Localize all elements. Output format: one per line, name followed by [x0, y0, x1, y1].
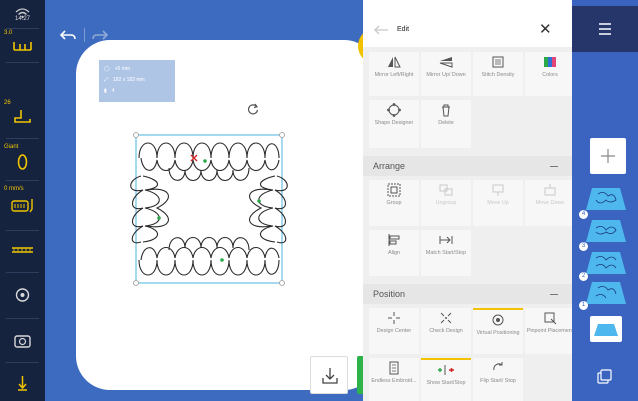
- save-design-button[interactable]: [310, 356, 348, 394]
- show-start-stop-button[interactable]: Show Start/Stop: [421, 358, 471, 401]
- collapse-icon[interactable]: [550, 166, 558, 167]
- layer-badge: 1: [579, 301, 588, 310]
- color-count: ▮ 4: [104, 88, 115, 94]
- colors-icon: [544, 57, 556, 67]
- stitch-plate-icon[interactable]: [0, 244, 45, 258]
- collapse-icon[interactable]: [550, 294, 558, 295]
- shape-designer-icon: [387, 103, 401, 117]
- move-up-icon: [492, 184, 504, 196]
- bobbin-icon[interactable]: [0, 286, 45, 304]
- stitch-density-icon: [492, 56, 504, 68]
- embroidery-canvas[interactable]: ◯ +5 mm ⤢ 182 x 182 mm ▮ 4: [45, 0, 363, 401]
- position-offset: ◯ +5 mm: [104, 66, 131, 72]
- download-icon: [322, 368, 338, 384]
- mirror-up-down-button[interactable]: Mirror Up/ Down: [421, 52, 471, 96]
- colors-button[interactable]: Colors: [525, 52, 575, 96]
- edit-panel: Edit ✕ Mirror Left/Right Mirror Up/ Down…: [363, 0, 575, 401]
- align-button[interactable]: Align: [369, 230, 419, 276]
- layer-thumbnail[interactable]: [584, 250, 628, 276]
- design-center-button[interactable]: Design Center: [369, 308, 419, 354]
- mirror-left-right-button[interactable]: Mirror Left/Right: [369, 52, 419, 96]
- stitch-density-button[interactable]: Stitch Density: [473, 52, 523, 96]
- ungroup-icon: [439, 184, 453, 196]
- design-info: ◯ +5 mm ⤢ 182 x 182 mm ▮ 4: [99, 60, 175, 102]
- endless-embroidery-button[interactable]: Endless Embroid...: [369, 358, 419, 401]
- plus-icon: [601, 149, 615, 163]
- match-start-stop-button[interactable]: Match Start/Stop: [421, 230, 471, 276]
- add-design-button[interactable]: [590, 138, 626, 174]
- layer-thumbnail[interactable]: [584, 280, 628, 306]
- check-design-button[interactable]: Check Design: [421, 308, 471, 354]
- mirror-vertical-icon: [439, 57, 453, 68]
- speed-value: 0 mm/s: [4, 186, 24, 192]
- pinpoint-placement-button[interactable]: Pinpoint Placement: [525, 308, 575, 354]
- needle-position-icon[interactable]: [0, 38, 45, 54]
- start-stop-icon: [438, 365, 454, 375]
- virtual-positioning-button[interactable]: Virtual Positioning: [473, 308, 523, 354]
- needle-value: 3.0: [4, 30, 13, 36]
- design-layers-rail: 4 3 2 1: [572, 0, 638, 401]
- layer-thumbnail[interactable]: [584, 186, 628, 212]
- hoop-thumbnail[interactable]: [584, 314, 628, 346]
- close-icon[interactable]: ✕: [539, 20, 552, 38]
- trash-icon: [442, 104, 450, 117]
- clock: 14:27: [14, 16, 30, 22]
- status-sidebar: 14:27 3.0 26 Giant 0 mm/s: [0, 0, 45, 401]
- move-up-button[interactable]: Move Up: [473, 180, 523, 226]
- shape-designer-button[interactable]: Shape Designer: [369, 100, 419, 148]
- check-design-icon: [440, 312, 452, 324]
- panel-title: Edit: [397, 26, 410, 33]
- match-start-stop-icon: [439, 236, 453, 244]
- align-icon: [388, 234, 400, 246]
- group-icon: [387, 183, 401, 197]
- tension-value: 26: [4, 100, 11, 106]
- feed-dog-icon[interactable]: [0, 196, 45, 216]
- layer-thumbnail[interactable]: [584, 218, 628, 244]
- hamburger-icon: [599, 23, 611, 35]
- design-size: ⤢ 182 x 182 mm: [104, 77, 145, 83]
- undo-icon[interactable]: [59, 28, 77, 42]
- endless-embroidery-icon: [389, 361, 399, 375]
- virtual-positioning-icon: [492, 314, 504, 326]
- layers-icon[interactable]: [597, 369, 613, 385]
- flip-start-stop-icon: [493, 362, 503, 371]
- presser-foot-icon[interactable]: [0, 108, 45, 126]
- flip-start-stop-button[interactable]: Flip Start/ Stop: [473, 358, 523, 401]
- crosshair-icon: [388, 312, 400, 324]
- move-down-icon: [544, 184, 556, 196]
- ungroup-button[interactable]: Ungroup: [421, 180, 471, 226]
- rotate-handle-icon[interactable]: [246, 102, 260, 116]
- group-button[interactable]: Group: [369, 180, 419, 226]
- embroidery-design[interactable]: [129, 128, 289, 290]
- pinpoint-icon: [544, 312, 557, 325]
- mirror-horizontal-icon: [388, 56, 401, 68]
- arrange-section-header[interactable]: Arrange: [363, 156, 572, 176]
- needle-down-icon[interactable]: [0, 374, 45, 392]
- menu-button[interactable]: [572, 6, 638, 52]
- eye-icon[interactable]: [112, 372, 126, 382]
- delete-button[interactable]: Delete: [421, 100, 471, 148]
- back-arrow-icon[interactable]: [373, 23, 389, 37]
- move-down-button[interactable]: Move Down: [525, 180, 575, 226]
- foot-value: Giant: [4, 144, 19, 150]
- position-section-header[interactable]: Position: [363, 284, 572, 304]
- camera-icon[interactable]: [0, 332, 45, 350]
- hoop-foot-icon[interactable]: [0, 152, 45, 172]
